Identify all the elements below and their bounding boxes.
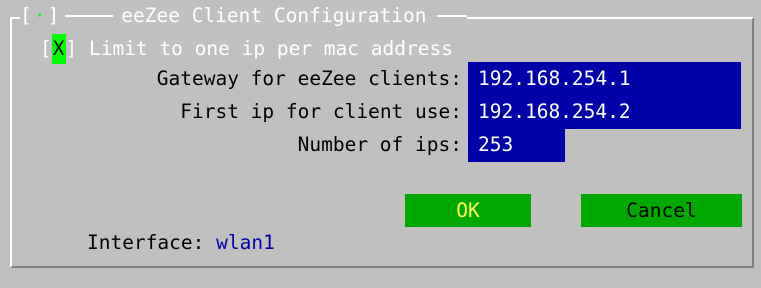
first-ip-label: First ip for client use:	[180, 100, 462, 123]
limit-mac-label	[77, 34, 89, 64]
dialog-title-bar: [·] eeZee Client Configuration	[20, 4, 467, 28]
dialog-title: eeZee Client Configuration	[121, 4, 427, 27]
limit-mac-checkbox-row[interactable]: [X] Limit to one ip per mac address	[40, 34, 453, 64]
close-icon[interactable]: ·	[32, 4, 48, 28]
close-bracket-left: [	[20, 4, 32, 27]
gateway-label: Gateway for eeZee clients:	[156, 67, 462, 90]
interface-row: Interface: wlan1	[40, 198, 275, 254]
ok-button[interactable]: OK	[405, 194, 531, 227]
num-ips-label: Number of ips:	[297, 133, 462, 156]
close-bracket-right: ]	[47, 4, 60, 27]
cancel-button[interactable]: Cancel	[581, 194, 742, 227]
limit-mac-checkbox[interactable]: X	[51, 34, 66, 64]
interface-label: Interface:	[86, 231, 205, 254]
limit-mac-label-text: Limit to one ip per mac address	[89, 37, 453, 60]
checkbox-bracket-left: [	[40, 37, 52, 60]
client-config-dialog: [·] eeZee Client Configuration [X] Limit…	[0, 0, 761, 279]
title-rule-left	[65, 15, 114, 17]
gateway-field[interactable]: 192.168.254.1	[468, 62, 741, 96]
interface-value[interactable]: wlan1	[216, 231, 275, 254]
first-ip-field[interactable]: 192.168.254.2	[468, 95, 741, 129]
num-ips-field[interactable]: 253	[468, 128, 565, 162]
title-rule-right	[436, 15, 467, 17]
checkbox-bracket-right: ]	[65, 37, 78, 60]
